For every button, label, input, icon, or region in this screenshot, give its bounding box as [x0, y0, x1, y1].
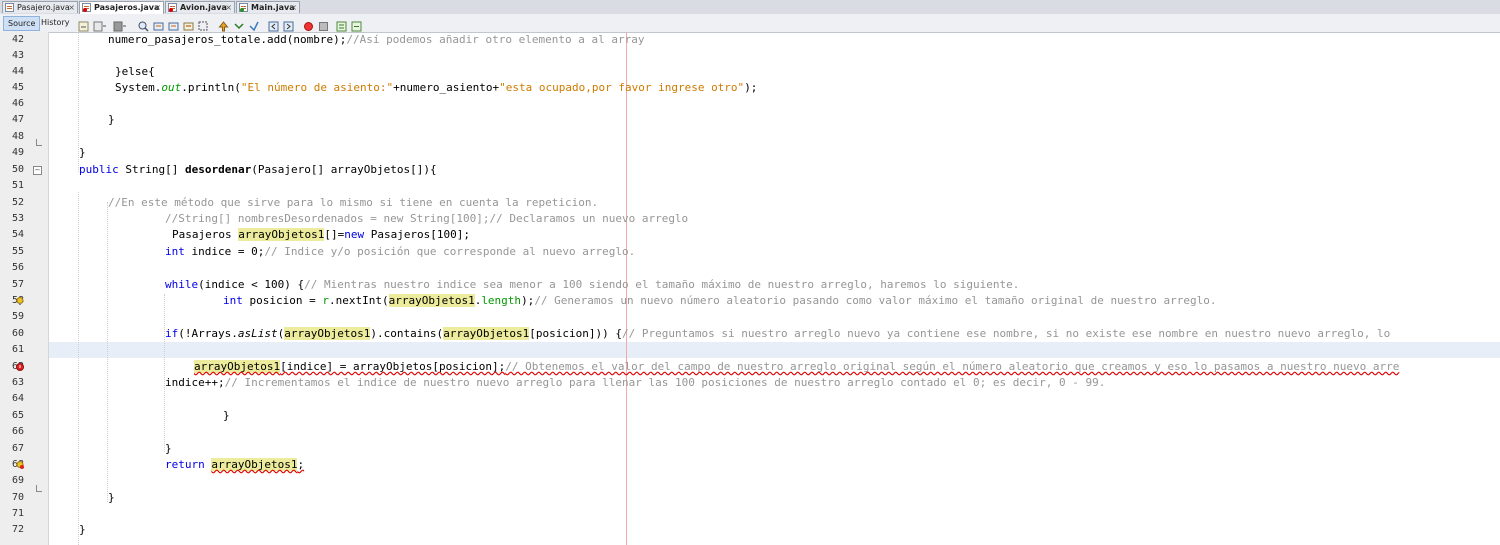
start-macro-recording-icon[interactable] — [303, 17, 314, 31]
code-line-42: numero_pasajeros_totale.add(nombre);//As… — [108, 33, 645, 46]
line-number: 48 — [11, 131, 24, 142]
find-icon[interactable] — [138, 17, 149, 32]
line-number: 53 — [11, 213, 24, 224]
code-line-49: } — [79, 146, 86, 159]
line-number: 47 — [11, 114, 24, 125]
close-icon[interactable]: × — [68, 2, 75, 13]
indent-guide — [78, 192, 79, 545]
code-line-50: public String[] desordenar(Pasajero[] ar… — [79, 163, 437, 176]
line-number: 69 — [11, 475, 24, 486]
fold-end-marker — [36, 139, 42, 146]
code-line-63: indice++;// Incrementamos el indice de n… — [165, 376, 1106, 389]
code-line-45: System.out.println("El número de asiento… — [115, 81, 758, 94]
line-number: 50 — [11, 164, 24, 175]
comment-icon[interactable] — [336, 17, 347, 32]
tab-main-java[interactable]: Main.java × — [236, 1, 300, 13]
line-number: 67 — [11, 443, 24, 454]
code-line-54: Pasajeros arrayObjetos1[]=new Pasajeros[… — [172, 228, 471, 241]
line-number: 49 — [11, 147, 24, 158]
fold-collapse-icon[interactable]: − — [33, 166, 42, 175]
tab-avion-java[interactable]: Avion.java × — [165, 1, 235, 13]
code-line-67: } — [165, 442, 172, 455]
line-number: 72 — [11, 524, 24, 535]
tab-label: Pasajeros.java — [94, 3, 160, 12]
editor-tab-bar: Pasajero.java × Pasajeros.java × Avion.j… — [0, 0, 1500, 15]
line-number: 52 — [11, 197, 24, 208]
line-number: 57 — [11, 279, 24, 290]
warning-bulb-icon[interactable] — [16, 461, 24, 469]
indent-guide — [164, 294, 165, 452]
tab-label: Avion.java — [180, 3, 227, 12]
shift-right-icon[interactable] — [283, 17, 294, 32]
uncomment-icon[interactable] — [351, 17, 362, 32]
line-number: 55 — [11, 246, 24, 257]
code-line-68: return arrayObjetos1; — [165, 458, 305, 471]
java-file-icon — [168, 3, 177, 12]
tab-pasajero-java[interactable]: Pasajero.java × — [2, 1, 78, 13]
code-line-60: if(!Arrays.asList(arrayObjetos1).contain… — [165, 327, 1391, 340]
line-number: 56 — [11, 262, 24, 273]
line-number: 61 — [11, 344, 24, 355]
fold-end-marker — [36, 485, 42, 492]
code-line-58: int posicion = r.nextInt(arrayObjetos1.l… — [223, 294, 1217, 307]
line-number: 65 — [11, 410, 24, 421]
line-number: 63 — [11, 377, 24, 388]
code-editor[interactable]: 42 43 44 45 46 47 48 49 50 51 52 53 54 5… — [0, 32, 1500, 545]
code-line-52: //En este método que sirve para lo mismo… — [108, 196, 599, 209]
last-edit-icon[interactable] — [78, 17, 89, 32]
next-bookmark-icon[interactable] — [233, 17, 244, 30]
line-number: 60 — [11, 328, 24, 339]
close-icon[interactable]: × — [290, 2, 297, 13]
toggle-highlight-icon[interactable] — [183, 17, 194, 31]
close-icon[interactable]: × — [225, 2, 232, 13]
line-number: 51 — [11, 180, 24, 191]
tab-label: Pasajero.java — [17, 3, 70, 12]
tab-label: Main.java — [251, 3, 295, 12]
code-line-72: } — [79, 523, 86, 536]
previous-bookmark-icon[interactable] — [218, 17, 229, 32]
line-number: 43 — [11, 50, 24, 61]
stop-macro-recording-icon[interactable] — [318, 17, 329, 31]
close-icon[interactable]: × — [154, 2, 161, 13]
source-button[interactable]: Source — [3, 16, 41, 31]
code-line-47: } — [108, 113, 115, 126]
warning-bulb-icon[interactable] — [16, 297, 24, 305]
line-number: 46 — [11, 98, 24, 109]
code-line-62: arrayObjetos1[indice] = arrayObjetos[pos… — [194, 360, 1400, 373]
code-line-70: } — [108, 491, 115, 504]
indent-guide — [107, 202, 108, 502]
line-number: 44 — [11, 66, 24, 77]
error-icon[interactable] — [16, 363, 24, 371]
code-line-44: }else{ — [115, 65, 155, 78]
line-number: 70 — [11, 492, 24, 503]
line-number: 42 — [11, 34, 24, 45]
line-number: 59 — [11, 311, 24, 322]
java-file-icon — [82, 3, 91, 12]
code-line-65: } — [223, 409, 230, 422]
line-number: 66 — [11, 426, 24, 437]
toggle-bookmark-icon[interactable] — [248, 17, 259, 32]
find-next-icon[interactable] — [168, 17, 179, 31]
shift-left-icon[interactable] — [268, 17, 279, 32]
code-line-57: while(indice < 100) {// Mientras nuestro… — [165, 278, 1020, 291]
back-icon[interactable] — [93, 17, 106, 32]
java-file-icon — [239, 3, 248, 12]
toggle-rectangular-selection-icon[interactable] — [198, 17, 209, 31]
history-button[interactable]: History — [37, 16, 73, 29]
code-line-55: int indice = 0;// Indice y/o posición qu… — [165, 245, 636, 258]
line-number: 71 — [11, 508, 24, 519]
java-file-icon — [5, 3, 14, 12]
editor-toolbar: Source History — [0, 14, 1500, 33]
line-number: 45 — [11, 82, 24, 93]
current-line-highlight — [49, 342, 1500, 358]
code-line-53: //String[] nombresDesordenados = new Str… — [165, 212, 689, 225]
line-number: 54 — [11, 229, 24, 240]
find-previous-icon[interactable] — [153, 17, 164, 31]
tab-pasajeros-java[interactable]: Pasajeros.java × — [79, 1, 164, 14]
line-number: 64 — [11, 393, 24, 404]
forward-icon[interactable] — [113, 17, 126, 32]
